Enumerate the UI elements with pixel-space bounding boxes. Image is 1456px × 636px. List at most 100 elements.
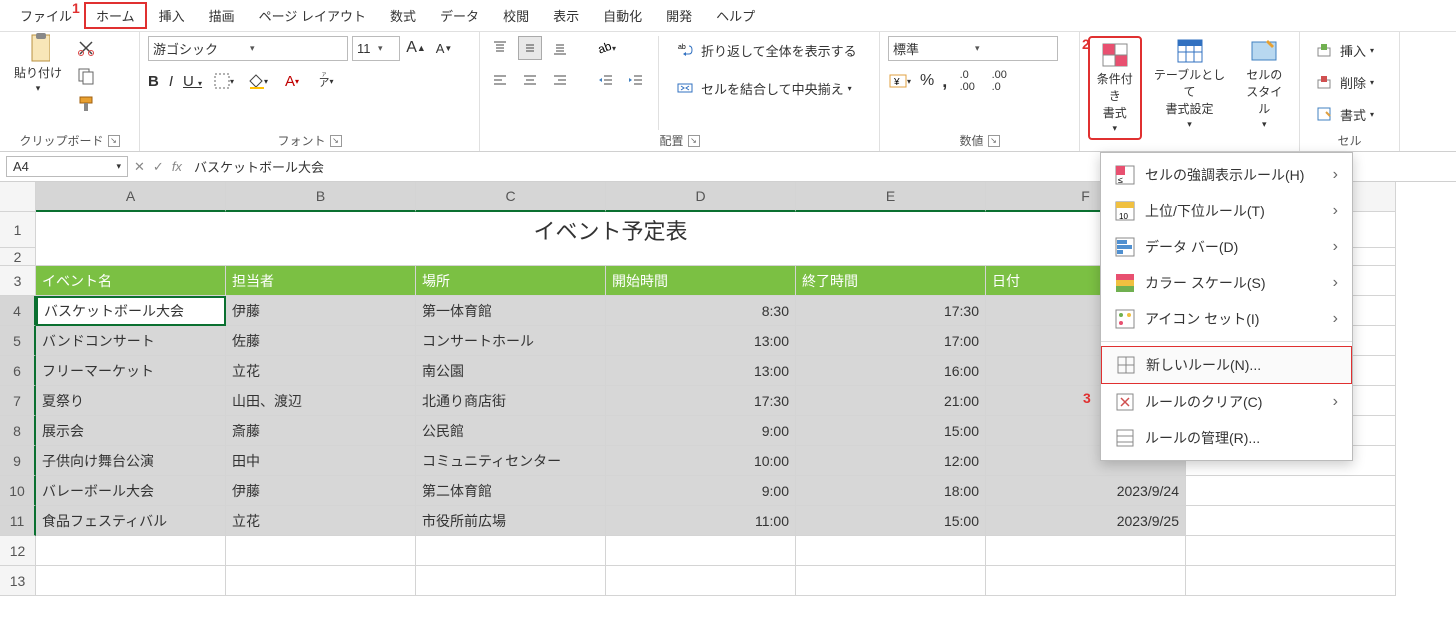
row-header-1[interactable]: 1 xyxy=(0,212,36,248)
cell[interactable]: 斎藤 xyxy=(226,416,416,446)
menu-automate[interactable]: 自動化 xyxy=(591,2,654,29)
col-header-c[interactable]: C xyxy=(416,182,606,212)
cell[interactable] xyxy=(986,566,1186,596)
row-header-7[interactable]: 7 xyxy=(0,386,36,416)
font-dialog-launcher[interactable]: ↘ xyxy=(330,135,342,147)
orientation-button[interactable]: ab ▾ xyxy=(594,36,618,60)
col-header-d[interactable]: D xyxy=(606,182,796,212)
row-header-8[interactable]: 8 xyxy=(0,416,36,446)
align-left-icon[interactable] xyxy=(488,68,512,92)
cell[interactable]: 10:00 xyxy=(606,446,796,476)
name-box[interactable]: A4▾ xyxy=(6,156,128,177)
cancel-formula-icon[interactable]: ✕ xyxy=(134,159,145,175)
increase-decimal-icon[interactable]: .0.00 xyxy=(955,69,979,93)
header-cell[interactable]: 開始時間 xyxy=(606,266,796,296)
cut-icon[interactable] xyxy=(74,36,98,60)
cell[interactable]: バンドコンサート xyxy=(36,326,226,356)
col-header-a[interactable]: A xyxy=(36,182,226,212)
wrap-text-button[interactable]: ab 折り返して全体を表示する xyxy=(669,36,861,64)
delete-cells-button[interactable]: 削除 ▾ xyxy=(1308,68,1378,96)
cell[interactable]: 田中 xyxy=(226,446,416,476)
font-size-dropdown[interactable]: 11▾ xyxy=(352,36,400,61)
number-dialog-launcher[interactable]: ↘ xyxy=(988,135,1000,147)
enter-formula-icon[interactable]: ✓ xyxy=(153,159,164,175)
cf-highlight-rules[interactable]: ≤ セルの強調表示ルール(H)› xyxy=(1101,157,1352,193)
alignment-dialog-launcher[interactable]: ↘ xyxy=(688,135,700,147)
row-header-5[interactable]: 5 xyxy=(0,326,36,356)
comma-button[interactable]: , xyxy=(942,71,947,92)
cell[interactable] xyxy=(416,536,606,566)
row-header-4[interactable]: 4 xyxy=(0,296,36,326)
cell[interactable]: 16:00 xyxy=(796,356,986,386)
cell[interactable]: 立花 xyxy=(226,506,416,536)
cell[interactable]: 2023/9/24 xyxy=(986,476,1186,506)
cell[interactable]: 13:00 xyxy=(606,326,796,356)
align-middle-icon[interactable] xyxy=(518,36,542,60)
cell[interactable]: 15:00 xyxy=(796,506,986,536)
cell[interactable] xyxy=(1186,506,1396,536)
font-color-button[interactable]: A ▾ xyxy=(280,69,304,93)
cell[interactable] xyxy=(416,566,606,596)
row-header-11[interactable]: 11 xyxy=(0,506,36,536)
row-header-3[interactable]: 3 xyxy=(0,266,36,296)
row-header-12[interactable]: 12 xyxy=(0,536,36,566)
cell[interactable]: 8:30 xyxy=(606,296,796,326)
cf-manage-rules[interactable]: ルールの管理(R)... xyxy=(1101,420,1352,456)
paste-button[interactable]: 貼り付け ▾ xyxy=(8,36,68,96)
fx-icon[interactable]: fx xyxy=(172,159,182,174)
menu-developer[interactable]: 開発 xyxy=(654,2,704,29)
menu-help[interactable]: ヘルプ xyxy=(704,2,767,29)
cell[interactable]: 南公園 xyxy=(416,356,606,386)
align-right-icon[interactable] xyxy=(548,68,572,92)
cell[interactable] xyxy=(36,566,226,596)
percent-button[interactable]: % xyxy=(920,72,934,90)
italic-button[interactable]: I xyxy=(169,73,173,90)
cell[interactable]: 夏祭り xyxy=(36,386,226,416)
cf-color-scales[interactable]: カラー スケール(S)› xyxy=(1101,265,1352,301)
header-cell[interactable]: 場所 xyxy=(416,266,606,296)
cell[interactable] xyxy=(226,536,416,566)
insert-cells-button[interactable]: 挿入 ▾ xyxy=(1308,36,1378,64)
cell[interactable]: 伊藤 xyxy=(226,296,416,326)
cell[interactable]: 伊藤 xyxy=(226,476,416,506)
bold-button[interactable]: B xyxy=(148,73,159,90)
cell[interactable]: 市役所前広場 xyxy=(416,506,606,536)
decrease-indent-icon[interactable] xyxy=(594,68,618,92)
cell[interactable]: 21:00 xyxy=(796,386,986,416)
row-header-9[interactable]: 9 xyxy=(0,446,36,476)
cell[interactable]: 2023/9/25 xyxy=(986,506,1186,536)
cell[interactable]: 立花 xyxy=(226,356,416,386)
cell[interactable]: バレーボール大会 xyxy=(36,476,226,506)
header-cell[interactable]: 終了時間 xyxy=(796,266,986,296)
cell[interactable]: 佐藤 xyxy=(226,326,416,356)
cf-top-bottom-rules[interactable]: 10 上位/下位ルール(T)› xyxy=(1101,193,1352,229)
row-header-2[interactable]: 2 xyxy=(0,248,36,266)
row-header-13[interactable]: 13 xyxy=(0,566,36,596)
conditional-formatting-button[interactable]: 条件付き 書式 ▾ xyxy=(1088,36,1142,140)
cell[interactable] xyxy=(36,536,226,566)
clipboard-dialog-launcher[interactable]: ↘ xyxy=(108,135,120,147)
cf-data-bars[interactable]: データ バー(D)› xyxy=(1101,229,1352,265)
format-painter-icon[interactable] xyxy=(74,92,98,116)
menu-page-layout[interactable]: ページ レイアウト xyxy=(247,2,378,29)
cell[interactable]: 北通り商店街 xyxy=(416,386,606,416)
format-as-table-button[interactable]: テーブルとして 書式設定 ▾ xyxy=(1148,36,1232,132)
cf-icon-sets[interactable]: アイコン セット(I)› xyxy=(1101,301,1352,337)
decrease-font-icon[interactable]: A▼ xyxy=(432,36,456,60)
increase-indent-icon[interactable] xyxy=(624,68,648,92)
cell[interactable]: 17:30 xyxy=(796,296,986,326)
menu-formulas[interactable]: 数式 xyxy=(378,2,428,29)
cell[interactable]: 17:00 xyxy=(796,326,986,356)
align-center-icon[interactable] xyxy=(518,68,542,92)
cell[interactable] xyxy=(36,248,1186,266)
fill-color-button[interactable]: ▾ xyxy=(246,69,270,93)
header-cell[interactable]: イベント名 xyxy=(36,266,226,296)
font-name-dropdown[interactable]: 游ゴシック▾ xyxy=(148,36,348,61)
menu-insert[interactable]: 挿入 xyxy=(147,2,197,29)
cell[interactable]: 食品フェスティバル xyxy=(36,506,226,536)
cell[interactable]: 17:30 xyxy=(606,386,796,416)
cell[interactable]: 9:00 xyxy=(606,476,796,506)
cell[interactable]: 公民館 xyxy=(416,416,606,446)
row-header-6[interactable]: 6 xyxy=(0,356,36,386)
format-cells-button[interactable]: 書式 ▾ xyxy=(1308,100,1378,128)
